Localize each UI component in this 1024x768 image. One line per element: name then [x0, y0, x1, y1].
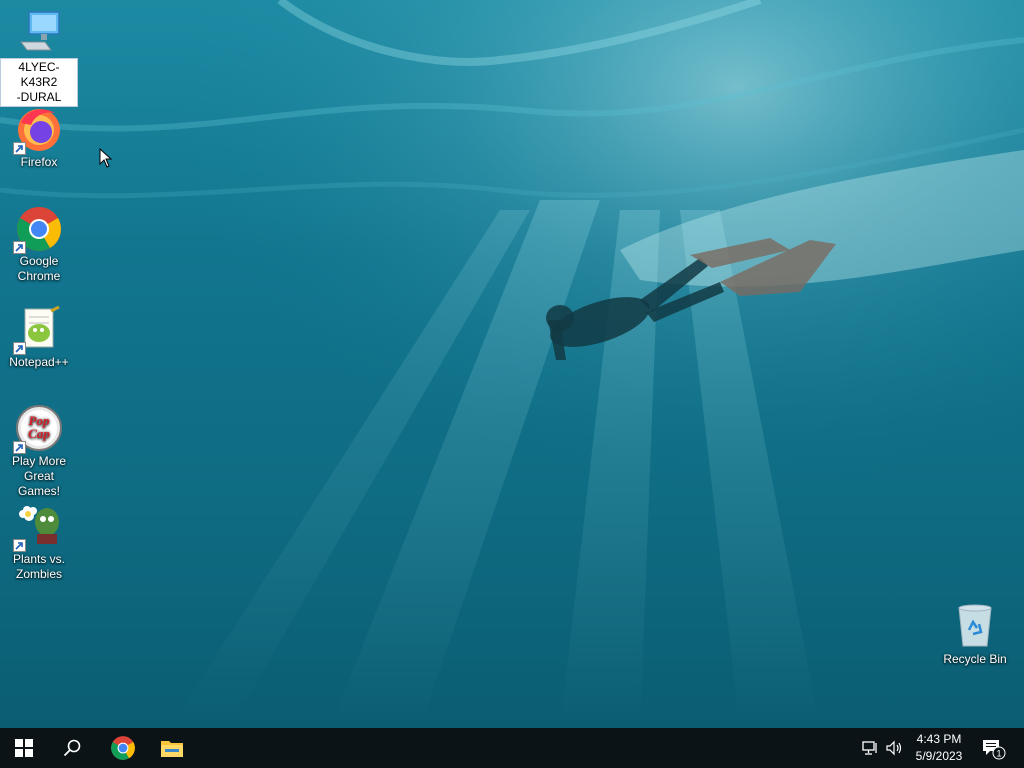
computer-icon [15, 8, 63, 56]
pvz-icon [13, 502, 63, 552]
desktop-icon-firefox[interactable]: Firefox [0, 105, 78, 170]
desktop-icon-popcap[interactable]: Pop Cap Play More Great Games! [0, 404, 78, 499]
mouse-cursor-icon [99, 147, 113, 168]
recycle-bin-icon [951, 602, 999, 650]
action-center-icon: 1 [983, 740, 1006, 760]
file-explorer-icon [161, 741, 183, 757]
firefox-icon [13, 105, 63, 155]
action-center-button[interactable]: 1 [982, 738, 1006, 765]
desktop-icon-recycle-bin[interactable]: Recycle Bin [936, 602, 1014, 667]
desktop-icon-label: 4LYEC-K43R2 -DURAL [0, 58, 78, 107]
search-icon [63, 739, 81, 757]
desktop-icon-label: Google Chrome [17, 254, 61, 283]
shortcut-arrow-icon [13, 241, 26, 254]
shortcut-arrow-icon [13, 539, 26, 552]
desktop-icon-computer[interactable]: 4LYEC-K43R2 -DURAL [0, 8, 78, 107]
taskbar-file-explorer-button[interactable] [148, 728, 196, 768]
network-tray-button[interactable] [862, 740, 880, 761]
taskbar-chrome-button[interactable] [99, 728, 147, 768]
network-icon [862, 741, 877, 755]
notification-count: 1 [996, 749, 1001, 759]
volume-tray-button[interactable] [886, 740, 904, 761]
popcap-icon: Pop Cap [13, 404, 63, 454]
shortcut-arrow-icon [13, 342, 26, 355]
desktop-icon-label: Recycle Bin [943, 652, 1007, 666]
desktop-icon-notepadpp[interactable]: Notepad++ [0, 305, 78, 370]
chrome-icon [13, 204, 63, 254]
clock-date: 5/9/2023 [915, 749, 963, 763]
desktop-icon-label: Play More Great Games! [11, 454, 67, 498]
taskbar-clock[interactable]: 4:43 PM 5/9/2023 [906, 731, 972, 765]
volume-icon [886, 740, 902, 756]
windows-start-icon [15, 739, 33, 757]
shortcut-arrow-icon [13, 142, 26, 155]
desktop-icon-chrome[interactable]: Google Chrome [0, 204, 78, 284]
notepadpp-icon [13, 305, 63, 355]
svg-text:Cap: Cap [28, 426, 50, 441]
shortcut-arrow-icon [13, 441, 26, 454]
taskbar: 4:43 PM 5/9/2023 1 [0, 728, 1024, 768]
desktop-icon-pvz[interactable]: Plants vs. Zombies [0, 502, 78, 582]
wallpaper-image [0, 0, 1024, 728]
desktop-icon-label: Notepad++ [9, 355, 69, 369]
start-button[interactable] [0, 728, 48, 768]
chrome-icon [111, 736, 135, 760]
search-button[interactable] [48, 728, 96, 768]
desktop-wallpaper[interactable] [0, 0, 1024, 728]
clock-time: 4:43 PM [916, 732, 962, 746]
desktop-icon-label: Plants vs. Zombies [12, 552, 66, 581]
desktop-icon-label: Firefox [20, 155, 58, 169]
